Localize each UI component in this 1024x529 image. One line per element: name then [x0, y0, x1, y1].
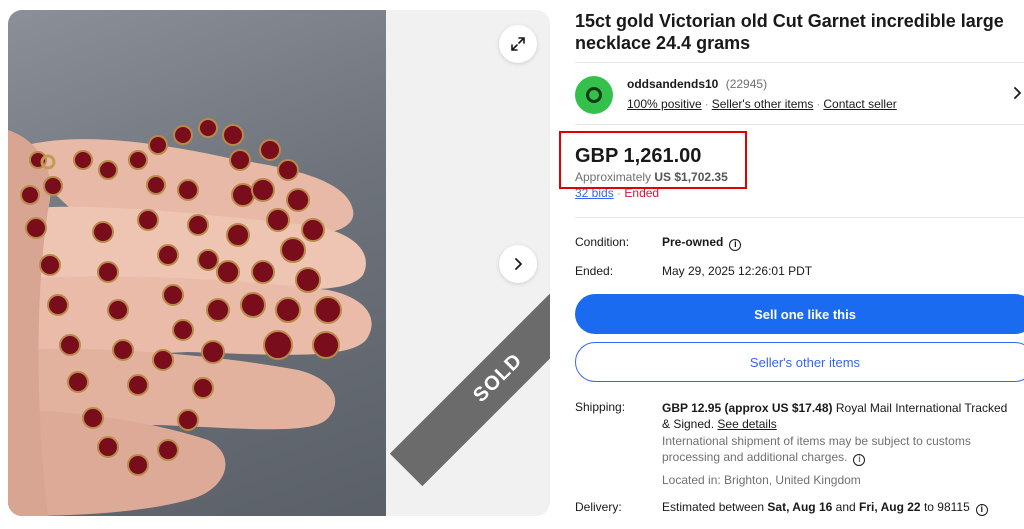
- condition-value-wrap: Pre-owned i: [662, 235, 742, 251]
- bids-link[interactable]: 32 bids: [575, 189, 614, 199]
- bids-separator: ·: [617, 189, 622, 199]
- price-value: GBP 1,261.00: [575, 145, 702, 167]
- see-details-link[interactable]: See details: [717, 417, 776, 431]
- chevron-right-icon: [515, 258, 522, 270]
- seller-card[interactable]: oddsandends10 (22945) 100% positive · Sell…: [575, 74, 1024, 116]
- shipping-cost: GBP 12.95 (approx US $17.48): [662, 401, 833, 415]
- divider: [575, 62, 1024, 63]
- info-icon[interactable]: i: [975, 504, 988, 516]
- divider: [575, 124, 1024, 125]
- delivery-end: Fri, Aug 22: [859, 500, 921, 514]
- shipping-note: International shipment of items may be s…: [662, 433, 1007, 466]
- separator-dot: ·: [704, 97, 709, 111]
- delivery-and: and: [835, 500, 856, 514]
- seller-avatar[interactable]: [575, 76, 613, 114]
- shipping-main: GBP 12.95 (approx US $17.48) Royal Mail …: [662, 400, 1012, 432]
- approx-value: US $1,702.35: [654, 170, 728, 184]
- listing-title: 15ct gold Victorian old Cut Garnet incre…: [575, 11, 1004, 53]
- expand-image-button[interactable]: [499, 25, 537, 63]
- sold-ribbon: SOLD: [389, 269, 550, 487]
- seller-feedback-score: (22945): [725, 77, 768, 91]
- seller-positive-link[interactable]: 100% positive: [627, 97, 702, 111]
- sell-one-like-this-button[interactable]: Sell one like this: [575, 294, 1024, 334]
- seller-avatar-logo-icon: [586, 87, 602, 103]
- divider: [575, 217, 1024, 218]
- image-gallery: SOLD: [8, 10, 550, 516]
- seller-name-row: oddsandends10 (22945): [627, 77, 767, 91]
- delivery-to: to 98115: [923, 500, 970, 514]
- item-location: Located in: Brighton, United Kingdom: [662, 473, 861, 487]
- expand-icon: [511, 37, 525, 51]
- delivery-prefix: Estimated between: [662, 500, 765, 514]
- sold-label: SOLD: [468, 348, 527, 407]
- seller-name[interactable]: oddsandends10: [627, 77, 718, 91]
- condition-value: Pre-owned: [662, 235, 724, 249]
- sellers-other-items-button[interactable]: Seller's other items: [575, 342, 1024, 382]
- seller-links: 100% positive · Seller's other items · Conta…: [627, 97, 897, 111]
- ended-value: May 29, 2025 12:26:01 PDT: [662, 264, 813, 278]
- product-photo[interactable]: [8, 10, 386, 516]
- bids-row: 32 bids · Ended: [575, 189, 659, 199]
- listing-details: 15ct gold Victorian old Cut Garnet incre…: [559, 0, 1024, 529]
- listing-status: Ended: [624, 189, 660, 199]
- info-icon[interactable]: i: [853, 454, 866, 466]
- necklace-on-hand-image: [8, 118, 372, 516]
- delivery-start: Sat, Aug 16: [767, 500, 833, 514]
- seller-other-items-link[interactable]: Seller's other items: [712, 97, 814, 111]
- shipping-label: Shipping:: [575, 400, 626, 414]
- approx-price: Approximately US $1,702.35: [575, 170, 728, 184]
- next-image-button[interactable]: [499, 245, 537, 283]
- chevron-right-icon[interactable]: [1013, 86, 1023, 100]
- shipping-note-text: International shipment of items may be s…: [662, 434, 971, 464]
- approx-prefix: Approximately: [575, 170, 652, 184]
- condition-label: Condition:: [575, 235, 630, 249]
- separator-dot: ·: [816, 97, 821, 111]
- info-icon[interactable]: i: [729, 239, 742, 251]
- delivery-label: Delivery:: [575, 500, 622, 514]
- ended-label: Ended:: [575, 264, 614, 278]
- contact-seller-link[interactable]: Contact seller: [823, 97, 896, 111]
- price-highlight-box: GBP 1,261.00 Approximately US $1,702.35: [559, 131, 747, 189]
- delivery-estimate: Estimated between Sat, Aug 16 and Fri, A…: [662, 500, 988, 516]
